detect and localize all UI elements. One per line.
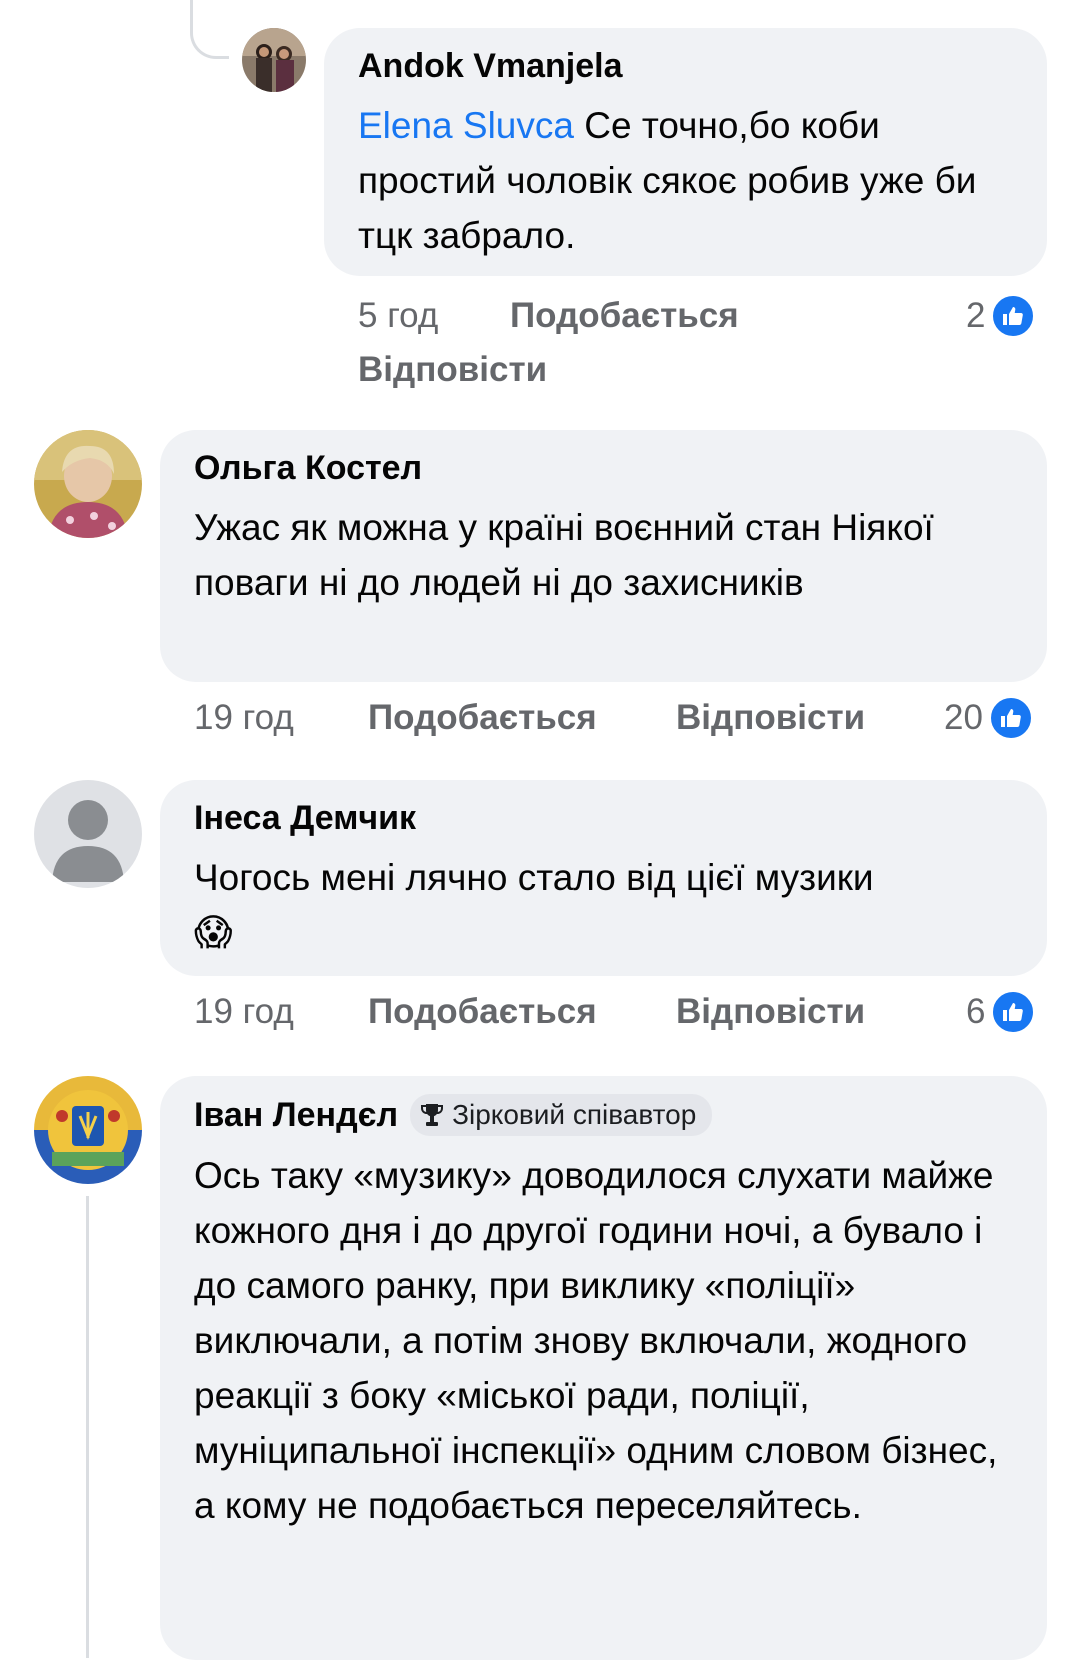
avatar-olha-kostel[interactable] <box>34 430 142 538</box>
comment-text: Чогось мені лячно стало від цієї музики … <box>194 857 874 953</box>
thumbs-up-icon <box>991 294 1036 338</box>
like-count: 2 <box>966 296 986 335</box>
badge-label: Зірковий співавтор <box>452 1099 697 1130</box>
reaction-count[interactable]: 20 <box>944 696 1033 740</box>
comment-actions-row2: Відповісти <box>358 350 758 400</box>
like-button[interactable]: Подобається <box>368 992 597 1032</box>
comment-actions: 19 год Подобається Відповісти <box>194 698 1054 748</box>
comment-text: Ужас як можна у країні воєнний стан Ніяк… <box>194 507 934 603</box>
reply-button[interactable]: Відповісти <box>358 350 547 390</box>
comment-author[interactable]: Andok Vmanjela <box>358 46 1013 86</box>
comment-bubble: Іван Лендєл Зірковий співавтор Ось таку … <box>160 1076 1047 1660</box>
trophy-icon <box>421 1104 444 1126</box>
thumbs-up-icon <box>988 696 1033 740</box>
mention-link[interactable]: Elena Sluvca <box>358 105 574 146</box>
reaction-count[interactable]: 6 <box>966 990 1036 1034</box>
reply-button[interactable]: Відповісти <box>676 992 865 1032</box>
avatar-inesa-demchyk[interactable] <box>34 780 142 888</box>
comment-bubble: Інеса Демчик Чогось мені лячно стало від… <box>160 780 1047 976</box>
comment-time[interactable]: 5 год <box>358 296 438 336</box>
comment-actions: 19 год Подобається Відповісти <box>194 992 1054 1042</box>
like-button[interactable]: Подобається <box>510 296 739 336</box>
comment-text: Ось таку «музику» доводилося слухати май… <box>194 1155 998 1526</box>
comment-author[interactable]: Іван Лендєл <box>194 1095 398 1135</box>
reply-button[interactable]: Відповісти <box>676 698 865 738</box>
avatar-andok-vmanjela[interactable] <box>242 28 306 92</box>
comment-time[interactable]: 19 год <box>194 992 294 1032</box>
reply-thread-connector <box>190 0 229 59</box>
like-count: 6 <box>966 992 986 1031</box>
like-count: 20 <box>944 698 983 737</box>
like-button[interactable]: Подобається <box>368 698 597 738</box>
avatar-ivan-lendel[interactable] <box>34 1076 142 1184</box>
comment-author[interactable]: Ольга Костел <box>194 448 1013 488</box>
reaction-count[interactable]: 2 <box>966 294 1036 338</box>
comment-bubble: Andok Vmanjela Elena Sluvca Се точно,бо … <box>324 28 1047 276</box>
comment-author-row: Іван Лендєл Зірковий співавтор <box>194 1094 1013 1136</box>
comment-actions: 5 год Подобається <box>358 296 1058 346</box>
comment-author[interactable]: Інеса Демчик <box>194 798 1013 838</box>
reply-thread-line <box>86 1196 89 1658</box>
top-fan-badge[interactable]: Зірковий співавтор <box>410 1094 713 1136</box>
person-silhouette-icon <box>52 800 124 882</box>
comment-text: Elena Sluvca Се точно,бо коби простий чо… <box>358 105 977 256</box>
comment-bubble: Ольга Костел Ужас як можна у країні воєн… <box>160 430 1047 682</box>
comment-time[interactable]: 19 год <box>194 698 294 738</box>
thumbs-up-icon <box>991 990 1036 1034</box>
